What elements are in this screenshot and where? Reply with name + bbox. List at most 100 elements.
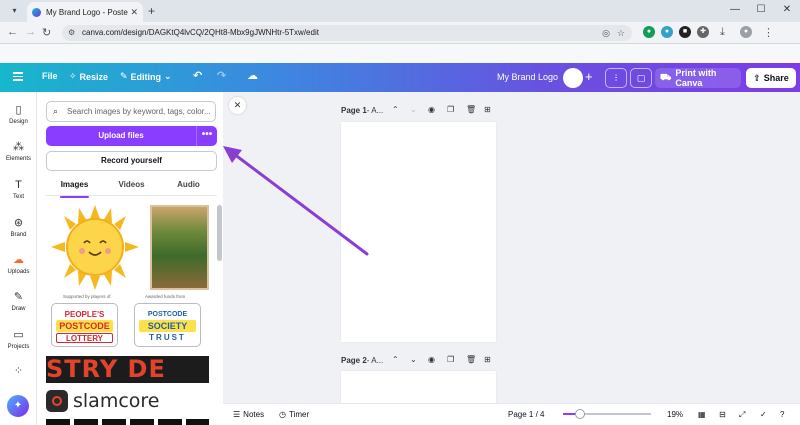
close-window-button[interactable]: ✕ xyxy=(774,0,800,22)
rail-apps[interactable]: ⁘ xyxy=(0,365,37,380)
forest-painting-image[interactable] xyxy=(150,205,209,290)
search-input[interactable]: ⌕ Search images by keyword, tags, color.… xyxy=(46,101,216,122)
slamcore-logo-image[interactable]: slamcore xyxy=(46,387,209,415)
timer-button[interactable]: ◷ Timer xyxy=(279,410,309,419)
stryde-logo-image[interactable]: STRY DE xyxy=(46,356,209,383)
rail-label: Design xyxy=(9,119,28,125)
back-icon[interactable]: ← xyxy=(7,26,18,38)
avatar[interactable] xyxy=(563,68,583,88)
panel-scrollbar[interactable] xyxy=(217,205,222,261)
rail-uploads[interactable]: ☁ Uploads xyxy=(0,254,37,275)
upload-files-button[interactable]: Upload files ••• xyxy=(46,126,217,146)
extension-icon-1[interactable]: ● xyxy=(643,26,655,38)
tab-videos[interactable]: Videos xyxy=(103,178,160,195)
page-count-icon[interactable]: ⊟ xyxy=(719,410,726,419)
browser-tab[interactable]: My Brand Logo - Poster - Canva ✕ xyxy=(27,2,143,22)
move-up-icon[interactable]: ⌃ xyxy=(392,355,399,364)
hide-page-icon[interactable]: ◉ xyxy=(428,105,435,114)
lottery1-line2: POSTCODE xyxy=(56,320,113,332)
lottery2-line1: POSTCODE xyxy=(147,311,188,318)
page-1-title[interactable]: - A... xyxy=(367,106,383,115)
zoom-slider-knob[interactable] xyxy=(574,409,585,419)
site-info-icon[interactable]: ⚙ xyxy=(68,25,75,41)
rail-projects[interactable]: ▭ Projects xyxy=(0,329,37,350)
download-icon[interactable]: ⤓ xyxy=(720,26,725,39)
page-2-title[interactable]: - A... xyxy=(367,356,383,365)
check-icon[interactable]: ✓ xyxy=(760,410,767,419)
menu-icon[interactable] xyxy=(13,72,23,81)
rail-label: Brand xyxy=(10,232,27,238)
rail-design[interactable]: ▯ Design xyxy=(0,104,37,125)
duplicate-page-icon[interactable]: ❐ xyxy=(447,105,454,114)
minimize-button[interactable]: — xyxy=(722,0,748,22)
eye-off-icon[interactable]: ◎ xyxy=(602,25,610,41)
more-upload-options-button[interactable]: ••• xyxy=(196,126,217,146)
add-collaborator-icon[interactable]: + xyxy=(585,69,593,84)
tab-images[interactable]: Images xyxy=(46,178,103,198)
postcode-society-trust-image[interactable]: POSTCODE SOCIETY TRUST xyxy=(134,303,201,347)
profile-icon[interactable]: ● xyxy=(740,26,752,38)
maximize-button[interactable]: ☐ xyxy=(748,0,774,22)
slamcore-mark-icon xyxy=(46,390,68,412)
bookmark-star-icon[interactable]: ☆ xyxy=(617,25,625,41)
share-button[interactable]: ⇪ Share xyxy=(746,68,796,88)
cloud-save-button[interactable]: ☁ xyxy=(247,69,258,82)
page-2-canvas[interactable] xyxy=(341,371,496,403)
magic-assistant-button[interactable]: ✦ xyxy=(7,395,29,417)
design-icon: ▯ xyxy=(15,104,22,116)
extensions-puzzle-icon[interactable]: ✚ xyxy=(697,26,709,38)
duplicate-page-icon[interactable]: ❐ xyxy=(447,355,454,364)
record-yourself-button[interactable]: Record yourself xyxy=(46,151,217,171)
zoom-slider[interactable] xyxy=(563,409,651,419)
search-icon: ⌕ xyxy=(53,106,59,116)
resize-button[interactable]: ✧ Resize xyxy=(69,71,108,82)
delete-page-icon[interactable]: 🗑 xyxy=(466,105,476,114)
move-up-icon[interactable]: ⌃ xyxy=(392,105,399,114)
peoples-postcode-lottery-image[interactable]: PEOPLE'S POSTCODE LOTTERY xyxy=(51,303,118,347)
delete-page-icon[interactable]: 🗑 xyxy=(466,355,476,364)
new-tab-button[interactable]: + xyxy=(148,4,155,18)
editing-mode-button[interactable]: ✎ Editing ⌄ xyxy=(120,71,172,82)
rail-text[interactable]: T Text xyxy=(0,179,37,200)
zoom-value[interactable]: 19% xyxy=(667,410,683,419)
extension-icon-3[interactable]: ■ xyxy=(679,26,691,38)
close-tab-icon[interactable]: ✕ xyxy=(130,7,138,18)
add-page-icon[interactable]: ⊞ xyxy=(484,105,491,114)
forward-icon[interactable]: → xyxy=(25,26,36,38)
tab-audio[interactable]: Audio xyxy=(160,178,217,195)
sun-image[interactable] xyxy=(51,205,139,290)
add-page-icon[interactable]: ⊞ xyxy=(484,355,491,364)
undo-button[interactable]: ↶ xyxy=(193,69,202,82)
file-menu[interactable]: File xyxy=(42,71,58,81)
tab-search-icon[interactable]: ▾ xyxy=(8,4,21,17)
close-icon: ✕ xyxy=(233,100,242,110)
fullscreen-icon[interactable]: ⤢ xyxy=(739,410,745,420)
page-indicator[interactable]: Page 1 / 4 xyxy=(508,410,544,419)
move-down-icon[interactable]: ⌄ xyxy=(410,105,417,114)
print-with-canva-button[interactable]: ⛟ Print with Canva xyxy=(655,68,741,88)
rail-elements[interactable]: ⁂ Elements xyxy=(0,141,37,162)
page-1-canvas[interactable] xyxy=(341,122,496,342)
redo-icon: ↷ xyxy=(217,70,227,82)
truck-icon: ⛟ xyxy=(660,72,672,82)
insights-button[interactable]: ⫶ xyxy=(605,68,627,88)
rail-brand[interactable]: ⊛ Brand xyxy=(0,217,37,238)
redo-button[interactable]: ↷ xyxy=(217,69,226,82)
notes-button[interactable]: ☰ Notes xyxy=(233,410,264,419)
page-1-header: Page 1 - A... xyxy=(341,106,383,115)
undo-icon: ↶ xyxy=(193,70,203,82)
grid-view-icon[interactable]: ▦ xyxy=(698,410,706,419)
projects-icon: ▭ xyxy=(13,329,24,341)
comment-button[interactable]: ▢ xyxy=(630,68,652,88)
close-panel-button[interactable]: ✕ xyxy=(229,97,246,114)
reload-icon[interactable]: ↻ xyxy=(42,26,51,39)
help-icon[interactable]: ? xyxy=(780,410,784,419)
extension-icon-2[interactable]: ● xyxy=(661,26,673,38)
rail-draw[interactable]: ✎ Draw xyxy=(0,291,37,312)
move-down-icon[interactable]: ⌄ xyxy=(410,355,417,364)
url-field[interactable]: ⚙ canva.com/design/DAGKtQ4lvCQ/2QHt8-Mbx… xyxy=(62,25,632,41)
browser-menu-icon[interactable]: ⋮ xyxy=(763,26,774,39)
design-title[interactable]: My Brand Logo xyxy=(497,72,558,82)
hide-page-icon[interactable]: ◉ xyxy=(428,355,435,364)
partial-image-row[interactable] xyxy=(46,419,209,425)
